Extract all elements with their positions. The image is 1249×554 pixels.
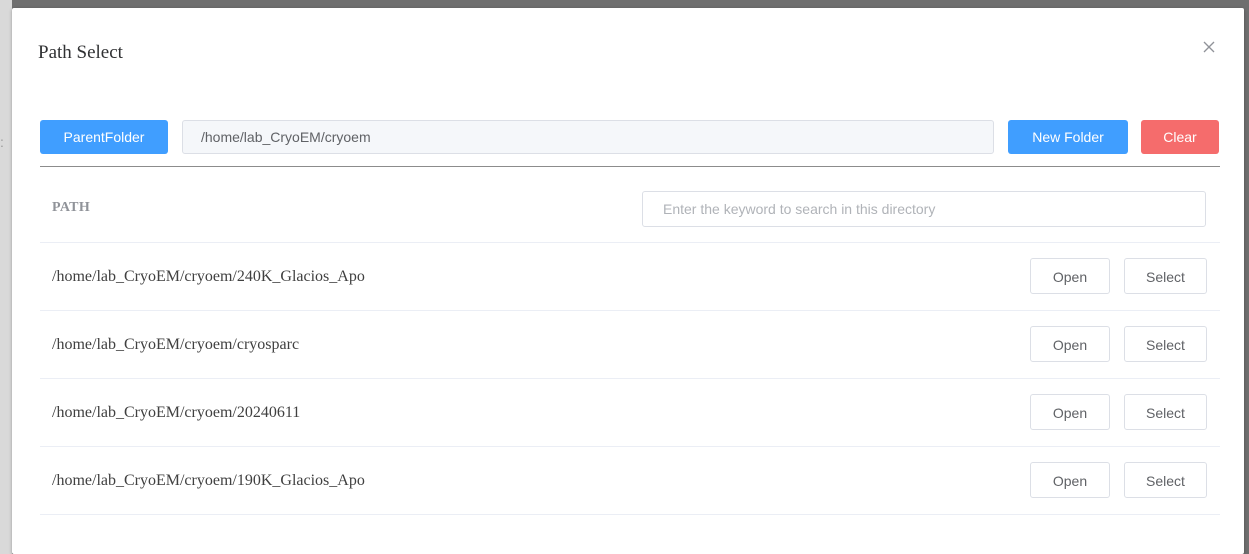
underlying-page-fragment: :: [0, 134, 4, 150]
path-table: PATH /home/lab_CryoEM/cryoem/240K_Glacio…: [40, 174, 1220, 515]
path-column-header: PATH: [52, 200, 91, 215]
select-button[interactable]: Select: [1124, 258, 1207, 294]
open-button[interactable]: Open: [1030, 394, 1110, 430]
select-button[interactable]: Select: [1124, 462, 1207, 498]
clear-button[interactable]: Clear: [1141, 120, 1219, 154]
search-input[interactable]: [642, 191, 1206, 227]
table-row: /home/lab_CryoEM/cryoem/cryosparc Open S…: [40, 311, 1220, 379]
path-toolbar: ParentFolder New Folder Clear: [40, 120, 1220, 167]
path-cell: /home/lab_CryoEM/cryoem/190K_Glacios_Apo: [52, 472, 365, 489]
open-button[interactable]: Open: [1030, 326, 1110, 362]
table-row: /home/lab_CryoEM/cryoem/190K_Glacios_Apo…: [40, 447, 1220, 515]
new-folder-button[interactable]: New Folder: [1008, 120, 1128, 154]
close-icon[interactable]: [1200, 38, 1218, 56]
parent-folder-button[interactable]: ParentFolder: [40, 120, 168, 154]
open-button[interactable]: Open: [1030, 258, 1110, 294]
path-select-dialog: Path Select ParentFolder New Folder Clea…: [12, 8, 1244, 554]
select-button[interactable]: Select: [1124, 394, 1207, 430]
path-cell: /home/lab_CryoEM/cryoem/cryosparc: [52, 336, 300, 353]
path-cell: /home/lab_CryoEM/cryoem/20240611: [52, 404, 301, 421]
path-cell: /home/lab_CryoEM/cryoem/240K_Glacios_Apo: [52, 268, 365, 285]
underlying-page: [0, 0, 12, 554]
table-header-row: PATH: [40, 174, 1220, 243]
open-button[interactable]: Open: [1030, 462, 1110, 498]
table-row: /home/lab_CryoEM/cryoem/240K_Glacios_Apo…: [40, 243, 1220, 311]
dialog-title: Path Select: [38, 42, 123, 63]
current-path-field[interactable]: [182, 120, 994, 154]
table-row: /home/lab_CryoEM/cryoem/20240611 Open Se…: [40, 379, 1220, 447]
select-button[interactable]: Select: [1124, 326, 1207, 362]
